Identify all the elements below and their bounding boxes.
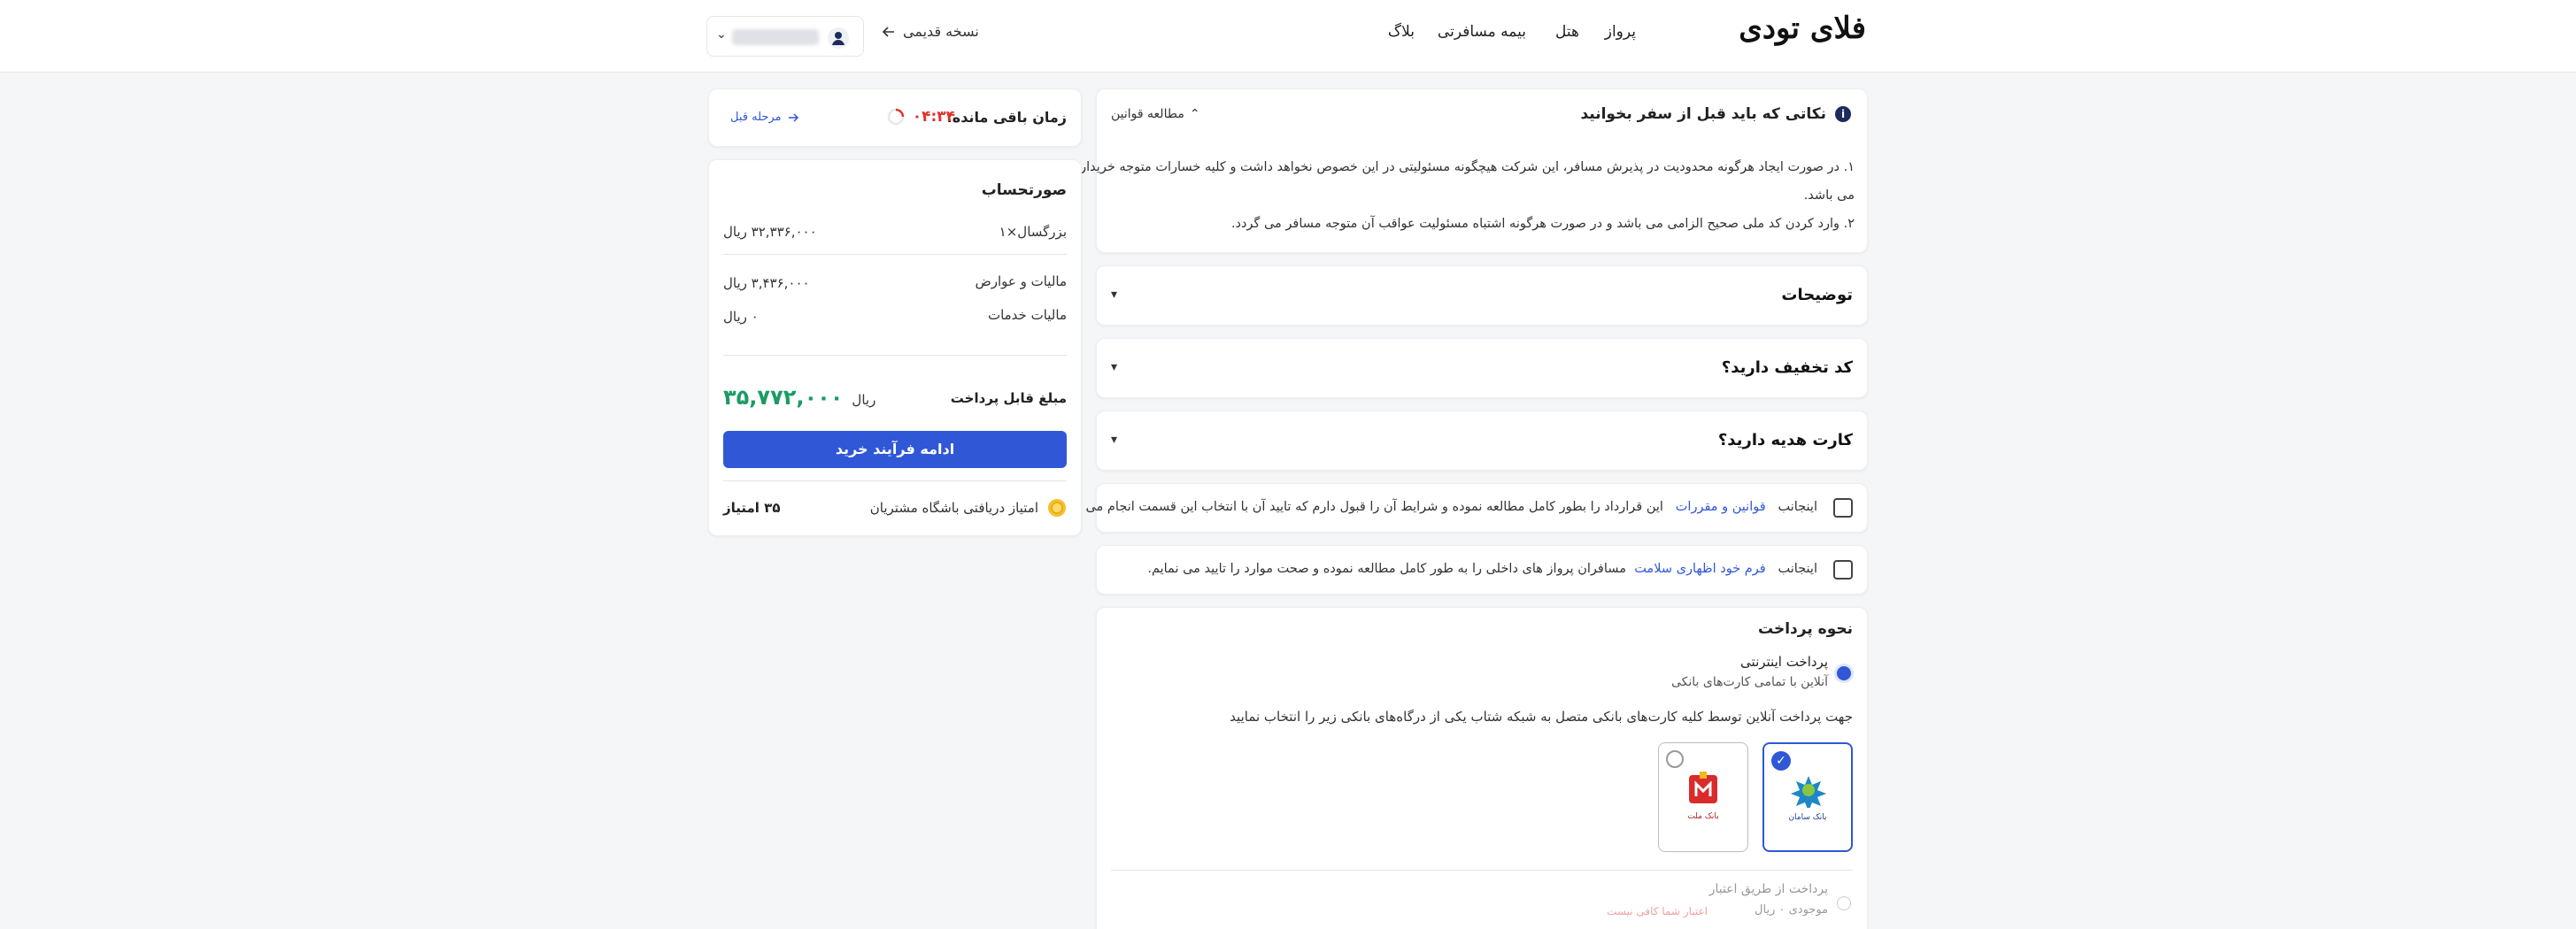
invoice-row-label: مالیات خدمات [987, 307, 1067, 323]
old-version-label: نسخه قدیمی [903, 23, 979, 40]
gateway-hint: جهت پرداخت آنلاین توسط کلیه کارت‌های بان… [1230, 709, 1853, 725]
rule-line-1: ۱. در صورت ایجاد هرگونه محدودیت در پذیرش… [1080, 160, 1855, 174]
agree-prefix: اینجانب [1778, 562, 1818, 576]
invoice-card: صورتحساب بزرگسال×۱ ۳۲,۳۳۶,۰۰۰ ریال مالیا… [708, 159, 1082, 536]
payment-divider [1111, 870, 1853, 871]
bank-mellat-label: بانک ملت [1687, 812, 1719, 821]
rule-line-1-cont: می باشد. [1803, 188, 1855, 203]
discount-accordion[interactable]: کد تخفیف دارید؟ ▾ [1096, 338, 1868, 398]
health-agreement: اینجانب فرم خود اظهاری سلامت مسافران پرو… [1096, 545, 1868, 595]
timer-card: زمان باقی مانده: ۰۴:۳۴ مرحله قبل [708, 88, 1082, 147]
online-payment-radio[interactable] [1837, 666, 1851, 680]
chevron-down-icon: ⌄ [716, 27, 727, 42]
site-logo[interactable]: فلای تودی [1739, 11, 1866, 46]
gift-card-accordion[interactable]: کارت هدیه دارید؟ ▾ [1096, 411, 1868, 471]
gift-card-title: کارت هدیه دارید؟ [1717, 431, 1853, 449]
coin-icon [1048, 499, 1066, 517]
payment-method-card: نحوه پرداخت پرداخت اینترنتی آنلاین با تم… [1096, 607, 1868, 929]
previous-step-label: مرحله قبل [730, 111, 782, 124]
invoice-divider [723, 480, 1067, 481]
credit-payment-title: پرداخت از طریق اعتبار [1708, 882, 1828, 896]
rules-checkbox[interactable] [1833, 498, 1853, 518]
old-version-link[interactable]: نسخه قدیمی [882, 23, 979, 40]
invoice-row-label: مالیات و عوارض [975, 273, 1067, 289]
total-label: مبلغ قابل پرداخت [950, 390, 1067, 406]
previous-step-link[interactable]: مرحله قبل [730, 111, 799, 124]
bank-saman-option[interactable]: ✓ بانک سامان [1762, 742, 1853, 852]
loyalty-label: امتیاز دریافتی باشگاه مشتریان [869, 500, 1038, 516]
rules-title: نکاتی که باید قبل از سفر بخوانید [1580, 105, 1826, 123]
invoice-row-value: ۰ ریال [723, 309, 759, 325]
agree-suffix: این قرارداد را بطور کامل مطالعه نموده و … [1054, 500, 1663, 514]
invoice-row-value: ۳۲,۳۳۶,۰۰۰ ریال [723, 224, 817, 240]
chevron-down-icon: ▾ [1111, 433, 1118, 447]
total-amount: ریال ۳۵,۷۷۲,۰۰۰ [723, 385, 875, 410]
total-unit: ریال [852, 392, 876, 408]
timer-label: زمان باقی مانده: [946, 109, 1067, 126]
nav-insurance[interactable]: بیمه مسافرتی [1438, 23, 1526, 41]
timer-ring-icon [887, 108, 904, 126]
user-menu[interactable]: ⌄ [706, 16, 864, 57]
credit-payment-radio[interactable] [1837, 896, 1851, 910]
nav-hotel[interactable]: هتل [1555, 23, 1579, 41]
rules-card: i نکاتی که باید قبل از سفر بخوانید ⌃ مطا… [1080, 88, 1868, 253]
bank-saman-label: بانک سامان [1788, 813, 1827, 822]
description-title: توضیحات [1781, 286, 1853, 304]
total-value: ۳۵,۷۷۲,۰۰۰ [723, 385, 844, 410]
timer-value: ۰۴:۳۴ [912, 108, 955, 126]
agree-suffix: مسافران پرواز های داخلی را به طور کامل م… [1147, 562, 1626, 576]
health-agreement-text: اینجانب فرم خود اظهاری سلامت مسافران پرو… [1147, 562, 1817, 576]
user-icon [828, 27, 849, 49]
rules-link[interactable]: قوانین و مقررات [1676, 500, 1766, 514]
rule-line-2: ۲. وارد کردن کد ملی صحیح الزامی می باشد … [1230, 217, 1855, 231]
health-form-link[interactable]: فرم خود اظهاری سلامت [1634, 562, 1765, 576]
discount-title: کد تخفیف دارید؟ [1721, 358, 1853, 377]
description-accordion[interactable]: توضیحات ▾ [1096, 265, 1868, 326]
saman-logo-icon [1791, 776, 1826, 808]
rules-agreement: اینجانب قوانین و مقررات این قرارداد را ب… [1054, 483, 1868, 533]
invoice-divider [723, 254, 1067, 255]
info-icon: i [1835, 106, 1851, 122]
chevron-up-icon: ⌃ [1189, 107, 1200, 121]
radio-empty-icon [1666, 750, 1684, 768]
read-rules-label: مطالعه قوانین [1111, 107, 1184, 121]
health-checkbox[interactable] [1833, 560, 1853, 580]
credit-balance: موجودی ۰ ریال [1755, 903, 1828, 917]
online-payment-subtitle: آنلاین با تمامی کارت‌های بانکی [1670, 675, 1828, 689]
top-header: فلای تودی پرواز هتل بیمه مسافرتی بلاگ نس… [0, 0, 2576, 73]
agree-prefix: اینجانب [1778, 500, 1818, 514]
check-icon: ✓ [1771, 751, 1791, 771]
loyalty-points: امتیاز دریافتی باشگاه مشتریان [870, 498, 1067, 518]
read-rules-toggle[interactable]: ⌃ مطالعه قوانین [1111, 107, 1200, 121]
chevron-down-icon: ▾ [1111, 360, 1118, 374]
loyalty-value: ۳۵ امتیاز [723, 500, 781, 516]
arrow-right-icon [788, 112, 798, 122]
mellat-logo-icon [1689, 772, 1717, 803]
credit-warning: اعتبار شما کافی نیست [1607, 905, 1708, 917]
username-blurred [732, 29, 819, 45]
rules-agreement-text: اینجانب قوانین و مقررات این قرارداد را ب… [1054, 500, 1817, 514]
timer-display: ۰۴:۳۴ [886, 107, 955, 127]
online-payment-title: پرداخت اینترنتی [1740, 654, 1828, 670]
nav-flight[interactable]: پرواز [1605, 23, 1636, 41]
invoice-divider [723, 355, 1067, 356]
chevron-down-icon: ▾ [1111, 288, 1118, 302]
invoice-row-value: ۳,۴۳۶,۰۰۰ ریال [723, 275, 810, 291]
continue-purchase-button[interactable]: ادامه فرآیند خرید [723, 431, 1067, 468]
payment-title: نحوه پرداخت [1757, 620, 1853, 638]
bank-mellat-option[interactable]: بانک ملت [1658, 742, 1748, 852]
arrow-left-icon [882, 26, 894, 37]
invoice-title: صورتحساب [981, 181, 1067, 199]
nav-blog[interactable]: بلاگ [1388, 23, 1415, 41]
invoice-row-label: بزرگسال×۱ [999, 224, 1067, 240]
